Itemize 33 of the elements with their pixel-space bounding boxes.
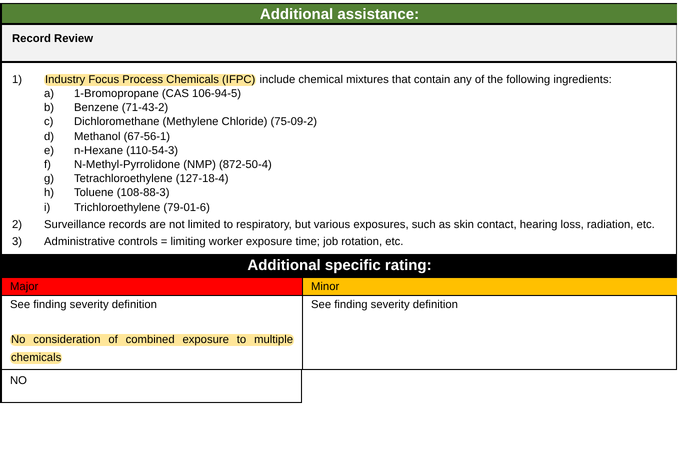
list-text: n-Hexane (110-54-3) (74, 144, 178, 158)
highlighted-text: No consideration of combined exposure to multiple chemicals (10, 332, 294, 366)
list-marker: d) (44, 130, 56, 144)
table-cell: NO (2, 370, 302, 403)
list-marker: e) (44, 144, 56, 158)
list-marker: 3) (12, 234, 24, 249)
list-marker: 2) (12, 218, 24, 232)
list-text: Industry Focus Process Chemicals (IFPC) include chemical mixtures that contain any of the following ingredients: (44, 73, 612, 87)
list-text: Surveillance records are not limited to respiratory, but various exposures, such as skin contact, hearing loss, radiation, etc. (44, 218, 655, 232)
list-text: N-Methyl-Pyrrolidone (NMP) (872-50-4) (74, 158, 272, 172)
list-marker: g) (44, 172, 56, 186)
list-text: Dichloromethane (Methylene Chloride) (75-09-2) (74, 115, 317, 130)
list-text: 1-Bromopropane (CAS 106-94-5) (74, 87, 242, 102)
list-text: Methanol (67-56-1) (74, 130, 170, 144)
cell-text: See finding severity definition (311, 298, 459, 313)
list-text: Trichloroethylene (79-01-6) (74, 200, 210, 215)
list-text: Benzene (71-43-2) (74, 101, 168, 116)
cell-text: See finding severity definition (10, 298, 158, 313)
rating-label: Minor (302, 278, 677, 296)
list-text: Toluene (108-88-3) (74, 186, 170, 201)
list-marker: c) (44, 115, 54, 130)
list-text: Tetrachloroethylene (127-18-4) (74, 172, 228, 186)
list-text: Administrative controls = limiting worker exposure time; job rotation, etc. (44, 234, 404, 249)
list-marker: b) (44, 101, 56, 116)
list-marker: h) (44, 186, 56, 201)
list-marker: 1) (12, 73, 24, 88)
section-header: Additional specific rating: (2, 254, 677, 278)
table-cell: Record Review (2, 25, 677, 63)
list-marker: a) (44, 87, 56, 102)
list-marker: f) (44, 158, 52, 172)
section-header: Additional assistance: (2, 3, 677, 25)
rating-label: Major (2, 278, 302, 296)
list-marker: i) (44, 200, 52, 215)
